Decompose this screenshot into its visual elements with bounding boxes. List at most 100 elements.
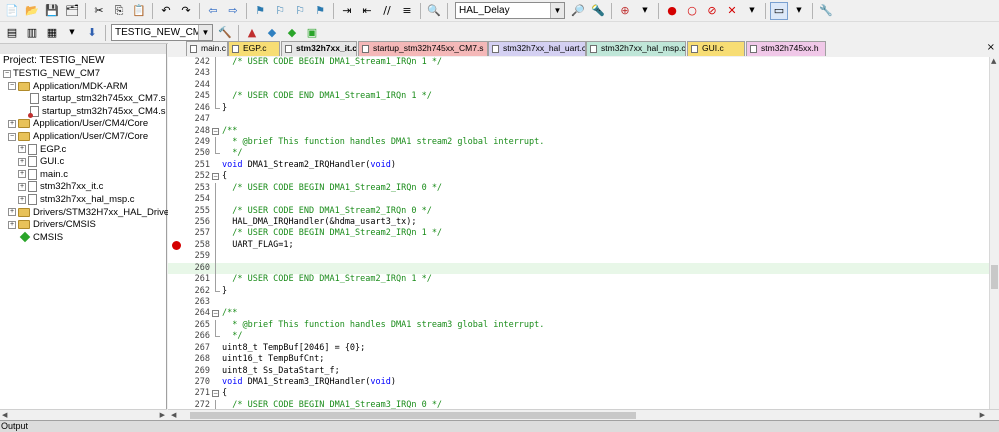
close-icon[interactable]: ×	[987, 42, 995, 53]
breakpoint-icon[interactable]: ●	[663, 2, 681, 20]
code-line[interactable]: 268 uint16_t TempBufCnt;	[168, 354, 999, 365]
editor-tab[interactable]: startup_stm32h745xx_CM7.s	[358, 41, 488, 56]
tree-item[interactable]: + stm32h7xx_it.c	[18, 180, 103, 193]
code-line[interactable]: 253 /* USER CODE BEGIN DMA1_Stream2_IRQn…	[168, 182, 999, 195]
chevron-down-icon[interactable]: ▼	[550, 3, 564, 18]
find-icon[interactable]: 🔎	[569, 2, 587, 20]
code-line[interactable]: 270 void DMA1_Stream3_IRQHandler(void)	[168, 377, 999, 388]
code-line[interactable]: 260	[168, 262, 999, 275]
scroll-right-icon[interactable]: ▶	[160, 411, 165, 419]
unindent-icon[interactable]: ⇤	[358, 2, 376, 20]
code-line[interactable]: 259	[168, 251, 999, 263]
comment-icon[interactable]: //	[378, 2, 396, 20]
project-horizontal-scrollbar[interactable]: ◀ ▶	[0, 409, 167, 420]
code-line[interactable]: 263	[168, 297, 999, 308]
dropdown-icon[interactable]: ▼	[63, 24, 81, 42]
code-line[interactable]: 245 /* USER CODE END DMA1_Stream1_IRQn 1…	[168, 91, 999, 103]
open-file-icon[interactable]: 📂	[23, 2, 41, 20]
dropdown-icon[interactable]: ▼	[743, 2, 761, 20]
editor-tab[interactable]: GUI.c	[687, 41, 745, 56]
scroll-left-icon[interactable]: ◀	[2, 411, 7, 419]
tree-item[interactable]: + EGP.c	[18, 143, 66, 156]
new-file-icon[interactable]: 📄	[3, 2, 21, 20]
code-line[interactable]: 257 /* USER CODE BEGIN DMA1_Stream2_IRQn…	[168, 228, 999, 240]
collapse-icon[interactable]: −	[8, 132, 16, 141]
code-line[interactable]: 249 * @brief This function handles DMA1 …	[168, 137, 999, 149]
code-editor[interactable]: 242 /* USER CODE BEGIN DMA1_Stream1_IRQn…	[168, 57, 999, 409]
code-line[interactable]: 255 /* USER CODE END DMA1_Stream2_IRQn 0…	[168, 205, 999, 217]
dropdown-icon[interactable]: ▼	[790, 2, 808, 20]
tree-item[interactable]: − Application/MDK-ARM	[8, 80, 128, 93]
fold-toggle-icon[interactable]: −	[212, 310, 219, 318]
replace-icon[interactable]: 🔦	[589, 2, 607, 20]
collapse-icon[interactable]: −	[8, 82, 16, 91]
editor-tab[interactable]: EGP.c	[228, 41, 280, 56]
prev-bookmark-icon[interactable]: ⚐	[271, 2, 289, 20]
code-line[interactable]: 256 HAL_DMA_IRQHandler(&hdma_usart3_tx);	[168, 217, 999, 229]
tree-item[interactable]: CMSIS	[8, 231, 63, 244]
code-line[interactable]: 271−{	[168, 388, 999, 399]
clear-bookmarks-icon[interactable]: ⚑	[311, 2, 329, 20]
code-line[interactable]: 269 uint8_t Ss_DataStart_f;	[168, 366, 999, 377]
navigate-forward-icon[interactable]: ⇨	[224, 2, 242, 20]
translate-icon[interactable]: ▤	[3, 24, 21, 42]
expand-icon[interactable]: +	[18, 182, 26, 191]
kill-breakpoints-icon[interactable]: ⊘	[703, 2, 721, 20]
code-line[interactable]: 262}	[168, 285, 999, 297]
download-icon[interactable]: ⬇	[83, 24, 101, 42]
code-line[interactable]: 247	[168, 114, 999, 125]
copy-icon[interactable]: ⎘	[110, 2, 128, 20]
tree-item[interactable]: + Drivers/CMSIS	[8, 218, 96, 231]
expand-icon[interactable]: +	[18, 170, 26, 179]
code-line[interactable]: 265 * @brief This function handles DMA1 …	[168, 319, 999, 332]
build-icon[interactable]: ▥	[23, 24, 41, 42]
save-icon[interactable]: 💾	[43, 2, 61, 20]
tree-item[interactable]: + GUI.c	[18, 155, 64, 168]
editor-tab[interactable]: stm32h7xx_hal_uart.c	[488, 41, 586, 56]
code-line[interactable]: 261 /* USER CODE END DMA1_Stream2_IRQn 1…	[168, 274, 999, 286]
expand-icon[interactable]: +	[18, 145, 26, 154]
collapse-icon[interactable]: −	[3, 69, 11, 78]
tree-item[interactable]: − Application/User/CM7/Core	[8, 130, 148, 143]
tree-item[interactable]: + Application/User/CM4/Core	[8, 117, 148, 130]
bookmark-icon[interactable]: ⚑	[251, 2, 269, 20]
output-panel-title[interactable]: Output	[0, 420, 999, 432]
expand-icon[interactable]: +	[8, 208, 16, 217]
fold-toggle-icon[interactable]: −	[212, 127, 219, 135]
code-line[interactable]: 243	[168, 68, 999, 80]
target-combo[interactable]: TESTIG_NEW_CM7 ▼	[111, 24, 213, 41]
editor-vertical-scrollbar[interactable]: ▲	[989, 57, 999, 409]
code-line[interactable]: 267 uint8_t TempBuf[2046] = {0};	[168, 343, 999, 354]
scroll-right-icon[interactable]: ▶	[980, 411, 985, 419]
expand-icon[interactable]: +	[8, 119, 16, 128]
code-line[interactable]: 244	[168, 79, 999, 92]
pack-installer-icon[interactable]: ▣	[303, 24, 321, 42]
find-in-files-icon[interactable]: 🔍	[425, 2, 443, 20]
undo-icon[interactable]: ↶	[157, 2, 175, 20]
editor-tab[interactable]: stm32h745xx.h	[746, 41, 826, 56]
fold-toggle-icon[interactable]: −	[212, 173, 219, 181]
tree-item[interactable]: startup_stm32h745xx_CM7.s	[18, 92, 166, 105]
code-line[interactable]: 242 /* USER CODE BEGIN DMA1_Stream1_IRQn…	[168, 57, 999, 69]
cut-icon[interactable]: ✂	[90, 2, 108, 20]
editor-tab[interactable]: stm32h7xx_it.c	[281, 41, 357, 56]
code-line[interactable]: 264−/**	[168, 308, 999, 319]
expand-icon[interactable]: +	[18, 157, 26, 166]
editor-tab[interactable]: stm32h7xx_hal_msp.c	[586, 41, 686, 56]
code-line[interactable]: 250 */	[168, 148, 999, 159]
code-line[interactable]: 266 */	[168, 331, 999, 342]
code-line[interactable]: 246}	[168, 102, 999, 114]
tree-item[interactable]: − TESTIG_NEW_CM7	[3, 67, 100, 80]
rebuild-icon[interactable]: ▦	[43, 24, 61, 42]
window-layout-icon[interactable]: ▭	[770, 1, 788, 20]
code-line[interactable]: 251 void DMA1_Stream2_IRQHandler(void)	[168, 160, 999, 171]
manage-components-icon[interactable]: ▲	[243, 24, 261, 42]
code-line[interactable]: 252−{	[168, 171, 999, 182]
select-packs-icon[interactable]: ◆	[263, 24, 281, 42]
redo-icon[interactable]: ↷	[177, 2, 195, 20]
scroll-left-icon[interactable]: ◀	[171, 411, 176, 419]
expand-icon[interactable]: +	[8, 220, 16, 229]
code-line[interactable]: 254	[168, 194, 999, 206]
tree-item[interactable]: startup_stm32h745xx_CM4.s	[18, 105, 166, 118]
editor-horizontal-scrollbar[interactable]: ◀ ▶	[168, 409, 999, 420]
